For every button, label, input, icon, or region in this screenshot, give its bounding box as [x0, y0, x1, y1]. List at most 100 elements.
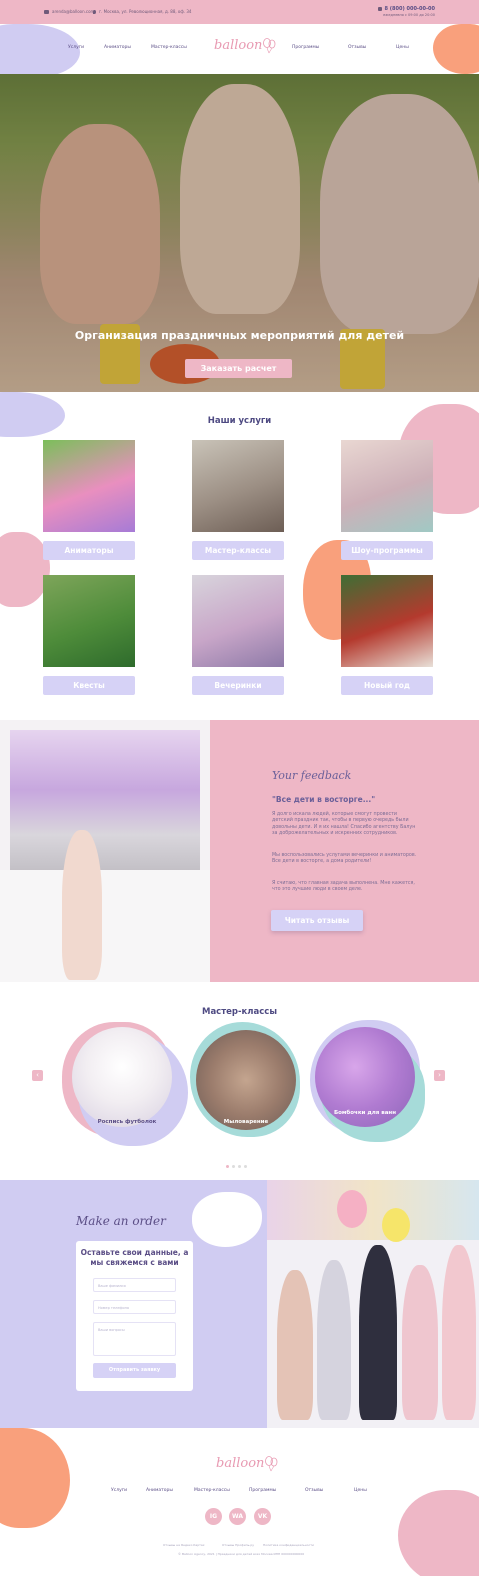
child-figure	[402, 1265, 438, 1420]
top-bar: arenda@balloon.com г. Москва, ул. Револю…	[0, 0, 479, 24]
feedback-quote: "Все дети в восторге..."	[272, 795, 376, 804]
order-section: Make an order Оставьте свои данные, а мы…	[0, 1180, 479, 1428]
girl-figure	[62, 830, 102, 980]
balloon-backdrop	[10, 730, 200, 880]
instagram-icon[interactable]: IG	[205, 1508, 222, 1525]
garland	[267, 1180, 479, 1240]
services-section: Наши услуги Аниматоры Мастер-классы Шоу-…	[0, 392, 479, 720]
table	[0, 870, 210, 982]
read-reviews-button[interactable]: Читать отзывы	[271, 910, 363, 931]
feedback-paragraph: Я считаю, что главная задача выполнена. …	[272, 881, 415, 893]
footer-nav-master-classes[interactable]: Мастер-классы	[194, 1488, 230, 1493]
footer-logo-text: balloon	[216, 1456, 265, 1471]
address-contact: г. Москва, ул. Революционная, д. 88, оф.…	[93, 9, 191, 14]
feedback-section: Your feedback "Все дети в восторге..." Я…	[0, 720, 479, 982]
footer-link-profi[interactable]: Отзывы Профиль.ру	[222, 1543, 254, 1547]
service-button-quests[interactable]: Квесты	[43, 676, 135, 695]
master-class-label: Роспись футболок	[97, 1119, 157, 1125]
child-figure	[359, 1245, 397, 1420]
logo-text: balloon	[214, 38, 263, 53]
name-field[interactable]: Ваше фамилия	[93, 1278, 176, 1292]
footer-nav-programs[interactable]: Программы	[249, 1488, 276, 1493]
decorative-blob	[192, 1192, 262, 1247]
feedback-paragraph: Мы воспользовались услугами вечеринки и …	[272, 853, 417, 865]
order-photo	[267, 1180, 479, 1428]
footer-nav-animators[interactable]: Аниматоры	[146, 1488, 173, 1493]
footer-logo[interactable]: balloon	[216, 1456, 278, 1472]
phone-text: 8 (800) 000-00-00	[384, 6, 435, 12]
carousel-dot[interactable]	[244, 1165, 247, 1168]
animators-image[interactable]	[43, 440, 135, 532]
carousel-dot[interactable]	[238, 1165, 241, 1168]
service-button-new-year[interactable]: Новый год	[341, 676, 433, 695]
phone-field[interactable]: Номер телефона	[93, 1300, 176, 1314]
master-classes-title: Мастер-классы	[201, 1007, 278, 1017]
balloon-icon	[263, 38, 276, 54]
nav-item-animators[interactable]: Аниматоры	[104, 45, 131, 50]
copyright: © Balloon Agency, 2021 | Праздники для д…	[178, 1552, 305, 1556]
phone-icon	[377, 6, 382, 11]
footer-link-yandex[interactable]: Отзывы на Яндекс.Картах	[163, 1543, 205, 1547]
working-hours: ежедневно с 09:00 до 20:00	[383, 13, 435, 17]
carousel-prev-arrow[interactable]: ‹	[32, 1070, 43, 1081]
footer-nav-prices[interactable]: Цены	[354, 1488, 367, 1493]
master-class-label: Бомбочки для ванн	[333, 1110, 397, 1116]
decorative-blob	[0, 392, 65, 437]
balloon-pink	[337, 1190, 367, 1228]
child-figure	[317, 1260, 351, 1420]
master-class-label: Мыловарение	[223, 1119, 269, 1125]
comment-field[interactable]: Ваши вопросы	[93, 1322, 176, 1356]
address-text: г. Москва, ул. Революционная, д. 88, оф.…	[99, 9, 192, 14]
order-form: Оставьте свои данные, а мы свяжемся с ва…	[76, 1241, 193, 1391]
carousel-next-arrow[interactable]: ›	[434, 1070, 445, 1081]
decorative-blob	[0, 1428, 70, 1528]
parties-image[interactable]	[192, 575, 284, 667]
show-programs-image[interactable]	[341, 440, 433, 532]
logo[interactable]: balloon	[214, 38, 276, 54]
master-class-tshirt[interactable]	[72, 1027, 172, 1127]
footer-nav-services[interactable]: Услуги	[111, 1488, 127, 1493]
service-button-parties[interactable]: Вечеринки	[192, 676, 284, 695]
service-button-animators[interactable]: Аниматоры	[43, 541, 135, 560]
service-button-show-programs[interactable]: Шоу-программы	[341, 541, 433, 560]
hero-banner: Организация праздничных мероприятий для …	[0, 74, 479, 392]
child-figure	[277, 1270, 313, 1420]
carousel-dot[interactable]	[226, 1165, 229, 1168]
service-button-master-classes[interactable]: Мастер-классы	[192, 541, 284, 560]
feedback-script-heading: Your feedback	[272, 769, 352, 782]
email-text: arenda@balloon.com	[52, 9, 95, 14]
email-contact[interactable]: arenda@balloon.com	[44, 9, 94, 14]
decorative-blob	[398, 1490, 479, 1576]
decorative-blob	[433, 24, 479, 74]
feedback-photo	[0, 720, 210, 982]
master-classes-image[interactable]	[192, 440, 284, 532]
nav-item-prices[interactable]: Цены	[396, 45, 409, 50]
new-year-image[interactable]	[341, 575, 433, 667]
quests-image[interactable]	[43, 575, 135, 667]
master-class-soap[interactable]	[196, 1030, 296, 1130]
footer: balloon Услуги Аниматоры Мастер-классы П…	[0, 1428, 479, 1576]
hero-overlay	[0, 74, 479, 392]
mail-icon	[44, 10, 49, 14]
send-request-button[interactable]: Отправить заявку	[93, 1363, 176, 1378]
order-estimate-button[interactable]: Заказать расчет	[185, 359, 292, 378]
footer-link-privacy[interactable]: Политика конфиденциальности	[263, 1543, 314, 1547]
hero-title: Организация праздничных мероприятий для …	[74, 329, 405, 342]
child-figure	[442, 1245, 476, 1420]
carousel-dots	[226, 1153, 250, 1172]
footer-nav-reviews[interactable]: Отзывы	[305, 1488, 323, 1493]
vk-icon[interactable]: VK	[254, 1508, 271, 1525]
nav-item-programs[interactable]: Программы	[292, 45, 319, 50]
phone-number[interactable]: 8 (800) 000-00-00	[377, 6, 435, 12]
feedback-paragraph: Я долго искала людей, которые смогут про…	[272, 812, 416, 837]
order-script-heading: Make an order	[76, 1214, 166, 1228]
header: Услуги Аниматоры Мастер-классы balloon П…	[0, 24, 479, 74]
balloon-icon	[265, 1456, 278, 1472]
carousel-dot[interactable]	[232, 1165, 235, 1168]
balloon-yellow	[382, 1208, 410, 1242]
nav-item-master-classes[interactable]: Мастер-классы	[151, 45, 187, 50]
order-form-title: Оставьте свои данные, а мы свяжемся с ва…	[80, 1248, 189, 1268]
nav-item-reviews[interactable]: Отзывы	[348, 45, 366, 50]
nav-item-services[interactable]: Услуги	[68, 45, 84, 50]
whatsapp-icon[interactable]: WA	[229, 1508, 246, 1525]
